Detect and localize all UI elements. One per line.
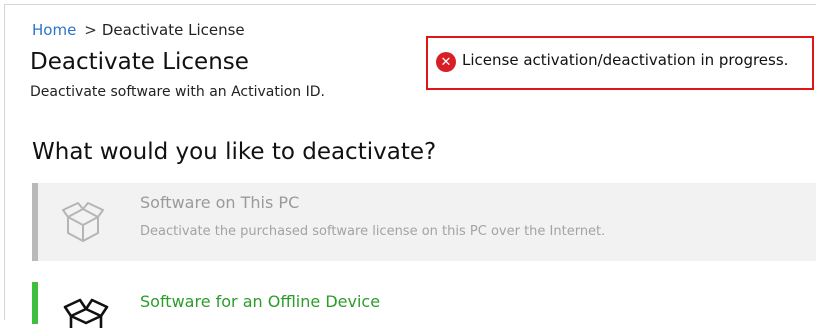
option-description: Deactivate the purchased software licens…: [140, 224, 606, 239]
error-icon: ✕: [436, 52, 456, 72]
breadcrumb-current: Deactivate License: [101, 21, 245, 39]
page-title: Deactivate License: [30, 49, 249, 75]
breadcrumb-separator: >: [84, 21, 97, 39]
package-icon: [63, 298, 109, 328]
option-title: Software for an Offline Device: [140, 292, 381, 311]
option-software-on-this-pc[interactable]: Software on This PC Deactivate the purch…: [32, 183, 816, 261]
breadcrumb: Home > Deactivate License: [32, 21, 245, 39]
error-alert: ✕ License activation/deactivation in pro…: [426, 36, 814, 90]
alert-message: License activation/deactivation in progr…: [462, 51, 789, 69]
package-icon: [62, 202, 104, 242]
option-software-for-offline-device[interactable]: Software for an Offline Device: [32, 282, 816, 328]
option-title: Software on This PC: [140, 193, 300, 212]
breadcrumb-home-link[interactable]: Home: [32, 21, 76, 39]
page-subtitle: Deactivate software with an Activation I…: [30, 84, 325, 100]
section-heading: What would you like to deactivate?: [32, 139, 437, 165]
